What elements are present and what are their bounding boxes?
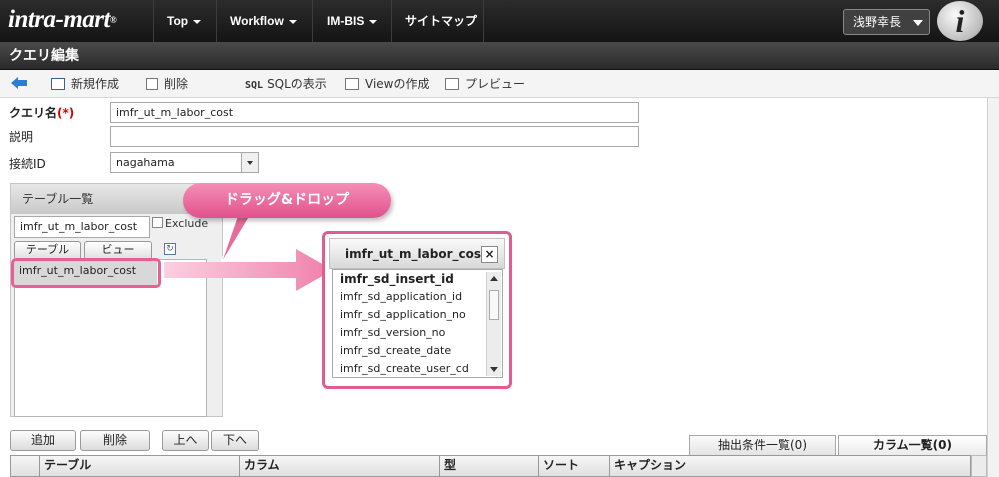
nav-workflow[interactable]: Workflow	[230, 0, 297, 42]
trash-icon	[146, 78, 158, 90]
nav-divider	[483, 0, 484, 42]
popup-title[interactable]: imfr_ut_m_labor_cost	[329, 238, 505, 269]
grid-header-column[interactable]: カラム	[239, 455, 439, 477]
window-icon	[345, 78, 359, 90]
show-sql-label: SQLの表示	[267, 77, 327, 91]
column-item[interactable]: imfr_sd_create_user_cd	[340, 362, 469, 375]
table-list-title: テーブル一覧	[11, 184, 211, 214]
sql-icon: SQL	[245, 80, 264, 91]
delete-button[interactable]: 削除	[146, 70, 188, 98]
query-name-label-text: クエリ名	[9, 106, 58, 120]
nav-top[interactable]: Top	[167, 0, 202, 42]
grid-scrollbar[interactable]	[971, 455, 987, 477]
new-label: 新規作成	[71, 77, 120, 91]
table-filter-input[interactable]: imfr_ut_m_labor_cost	[14, 216, 150, 238]
column-item[interactable]: imfr_sd_application_id	[340, 290, 462, 303]
required-mark: (*)	[57, 106, 75, 120]
nav-divider	[216, 0, 217, 42]
add-button[interactable]: 追加	[10, 430, 76, 451]
scrollbar-thumb[interactable]	[489, 290, 499, 320]
nav-divider	[153, 0, 154, 42]
query-name-label: クエリ名(*)	[9, 104, 74, 121]
page-scrollbar[interactable]	[987, 98, 999, 477]
column-item[interactable]: imfr_sd_insert_id	[340, 272, 454, 286]
query-name-input[interactable]: imfr_ut_m_labor_cost	[110, 102, 639, 123]
back-arrow-icon	[11, 77, 27, 89]
nav-sitemap[interactable]: サイトマップ	[405, 0, 477, 42]
user-menu[interactable]: 浅野幸長	[843, 9, 930, 35]
checkbox-box[interactable]	[152, 217, 163, 228]
preview-label: プレビュー	[465, 77, 526, 91]
column-item[interactable]: imfr_sd_version_no	[340, 326, 445, 339]
delete-label: 削除	[164, 77, 189, 91]
book-icon	[51, 78, 65, 90]
remove-button[interactable]: 削除	[80, 430, 150, 451]
logo-text: intra-mart	[8, 6, 110, 33]
chevron-down-icon	[193, 19, 202, 24]
chevron-up-icon[interactable]	[490, 276, 498, 281]
selection-highlight	[11, 258, 161, 288]
tab-table[interactable]: テーブル	[14, 241, 81, 258]
exclude-checkbox[interactable]: Exclude	[152, 217, 208, 230]
move-up-button[interactable]: 上へ	[162, 430, 209, 451]
connection-label: 接続ID	[9, 157, 46, 171]
exclude-label: Exclude	[165, 217, 209, 230]
drag-arrow-icon	[164, 249, 333, 291]
preview-button[interactable]: プレビュー	[445, 70, 525, 98]
back-button[interactable]	[10, 70, 28, 98]
user-icon[interactable]: i	[937, 1, 983, 41]
chevron-down-icon	[247, 161, 253, 165]
create-view-button[interactable]: Viewの作成	[345, 70, 429, 98]
close-icon[interactable]: ×	[481, 246, 498, 263]
grid-header-type[interactable]: 型	[439, 455, 538, 477]
connection-value: nagahama	[116, 156, 175, 169]
description-label: 説明	[9, 130, 34, 144]
tab-view[interactable]: ビュー	[84, 241, 152, 258]
connection-select[interactable]: nagahama	[110, 152, 259, 173]
chevron-down-icon	[369, 19, 378, 24]
move-down-button[interactable]: 下へ	[211, 430, 259, 451]
drag-drop-callout: ドラッグ&ドロップ	[183, 183, 391, 218]
show-sql-button[interactable]: SQL SQLの表示	[245, 70, 327, 98]
preview-icon	[445, 78, 459, 90]
create-view-label: Viewの作成	[365, 77, 430, 91]
grid-header-sort[interactable]: ソート	[538, 455, 609, 477]
nav-im-bis[interactable]: IM-BIS	[327, 0, 378, 42]
nav-top-label: Top	[167, 14, 189, 28]
chevron-down-icon	[913, 20, 923, 26]
column-item[interactable]: imfr_sd_create_date	[340, 344, 451, 357]
grid-header-table[interactable]: テーブル	[39, 455, 239, 477]
intra-mart-logo[interactable]: intra-mart®	[8, 6, 117, 33]
tab-column-list[interactable]: カラム一覧(0)	[838, 435, 987, 455]
scrollbar[interactable]	[486, 272, 501, 376]
nav-divider	[391, 0, 392, 42]
tab-extract-conditions[interactable]: 抽出条件一覧(0)	[689, 435, 836, 455]
nav-im-bis-label: IM-BIS	[327, 14, 365, 28]
nav-workflow-label: Workflow	[230, 14, 284, 28]
page-title: クエリ編集	[0, 42, 999, 70]
nav-divider	[312, 0, 313, 42]
grid-header-caption[interactable]: キャプション	[609, 455, 971, 477]
dropdown-button[interactable]	[241, 153, 258, 172]
chevron-down-icon	[288, 19, 297, 24]
chevron-down-icon[interactable]	[490, 367, 498, 372]
user-name: 浅野幸長	[853, 15, 902, 29]
column-item[interactable]: imfr_sd_application_no	[340, 308, 466, 321]
new-button[interactable]: 新規作成	[51, 70, 119, 98]
description-input[interactable]	[110, 126, 639, 147]
